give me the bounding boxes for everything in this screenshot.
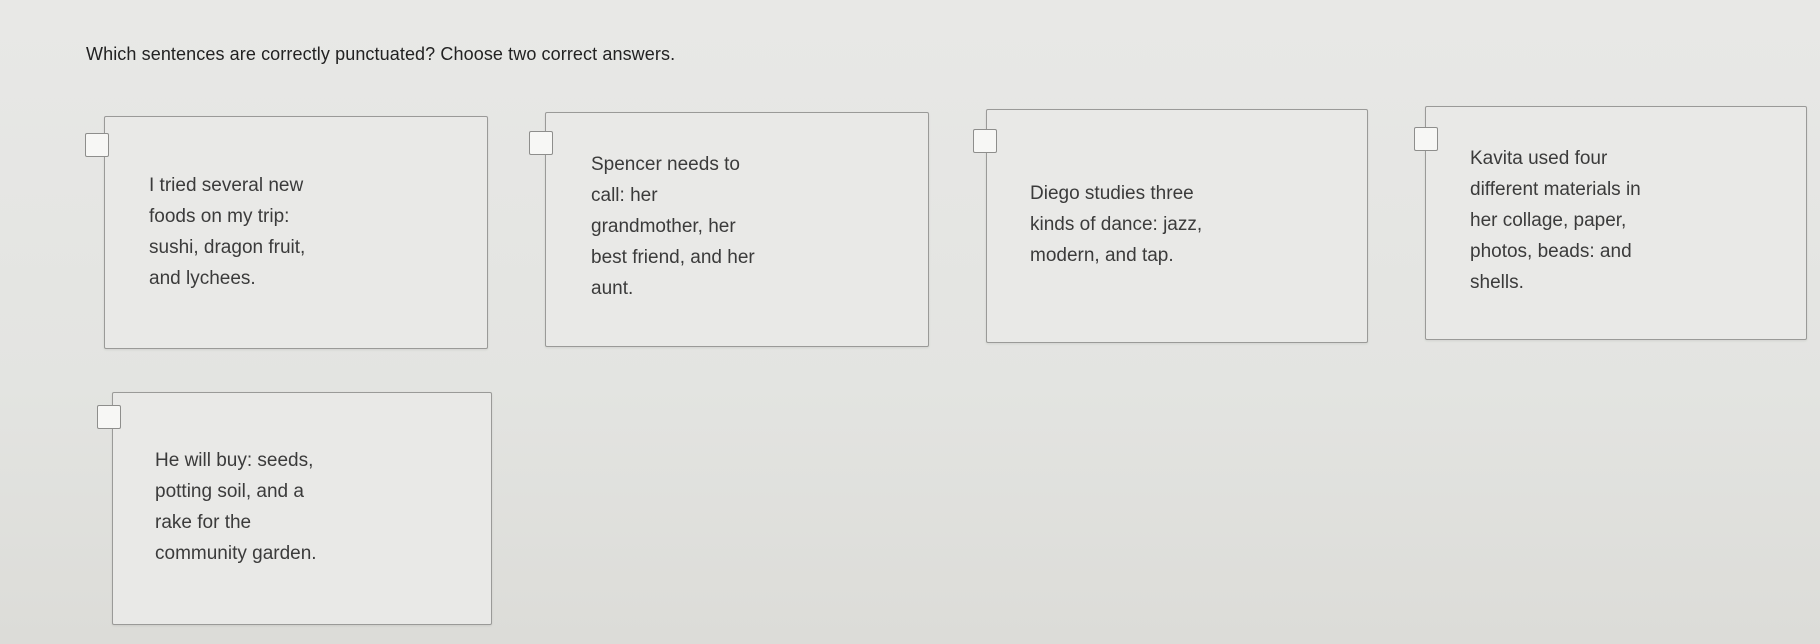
answer-option-1-checkbox[interactable] xyxy=(85,133,109,157)
answer-option-2-checkbox[interactable] xyxy=(529,131,553,155)
answer-option-3-line-1: Diego studies three xyxy=(1030,183,1194,204)
answer-option-2-line-1: Spencer needs to xyxy=(591,154,740,175)
answer-option-2-line-2: call: her xyxy=(591,185,658,206)
question-prompt: Which sentences are correctly punctuated… xyxy=(86,44,676,64)
answer-option-4-line-2: different materials in xyxy=(1470,179,1641,200)
answer-option-4-text: Kavita used four different materials in … xyxy=(1470,143,1641,298)
answer-option-3-line-2: kinds of dance: jazz, xyxy=(1030,214,1203,235)
answer-option-1-line-2: foods on my trip: xyxy=(149,206,290,227)
answer-option-2-line-3: grandmother, her xyxy=(591,216,736,237)
answer-option-4-line-1: Kavita used four xyxy=(1470,148,1608,169)
answer-option-3-text: Diego studies three kinds of dance: jazz… xyxy=(1030,178,1202,271)
answer-option-5-line-3: rake for the xyxy=(155,512,252,533)
answer-option-4[interactable]: Kavita used four different materials in … xyxy=(1414,106,1807,340)
answer-option-5-checkbox[interactable] xyxy=(97,405,121,429)
answer-option-5-line-1: He will buy: seeds, xyxy=(155,450,314,471)
answer-option-5-line-2: potting soil, and a xyxy=(155,481,304,502)
answer-option-4-line-5: shells. xyxy=(1470,272,1524,293)
answer-option-4-line-3: her collage, paper, xyxy=(1470,210,1627,231)
answer-option-2-line-5: aunt. xyxy=(591,278,634,299)
answer-option-1[interactable]: I tried several new foods on my trip: su… xyxy=(85,116,488,349)
answer-option-2[interactable]: Spencer needs to call: her grandmother, … xyxy=(529,112,929,347)
answer-option-5-line-4: community garden. xyxy=(155,543,317,564)
answer-option-3[interactable]: Diego studies three kinds of dance: jazz… xyxy=(973,109,1368,343)
answer-option-4-checkbox[interactable] xyxy=(1414,127,1438,151)
answer-option-3-checkbox[interactable] xyxy=(973,129,997,153)
answer-option-1-line-3: sushi, dragon fruit, xyxy=(149,237,306,258)
answer-option-1-line-4: and lychees. xyxy=(149,268,256,289)
answer-option-3-line-3: modern, and tap. xyxy=(1030,245,1174,266)
answer-option-2-text: Spencer needs to call: her grandmother, … xyxy=(591,149,755,304)
answer-option-1-text: I tried several new foods on my trip: su… xyxy=(149,170,305,294)
answer-option-2-line-4: best friend, and her xyxy=(591,247,755,268)
answer-option-5-text: He will buy: seeds, potting soil, and a … xyxy=(155,445,317,569)
answer-option-4-line-4: photos, beads: and xyxy=(1470,241,1632,262)
answer-option-1-line-1: I tried several new xyxy=(149,175,304,196)
answer-option-5[interactable]: He will buy: seeds, potting soil, and a … xyxy=(97,392,492,625)
